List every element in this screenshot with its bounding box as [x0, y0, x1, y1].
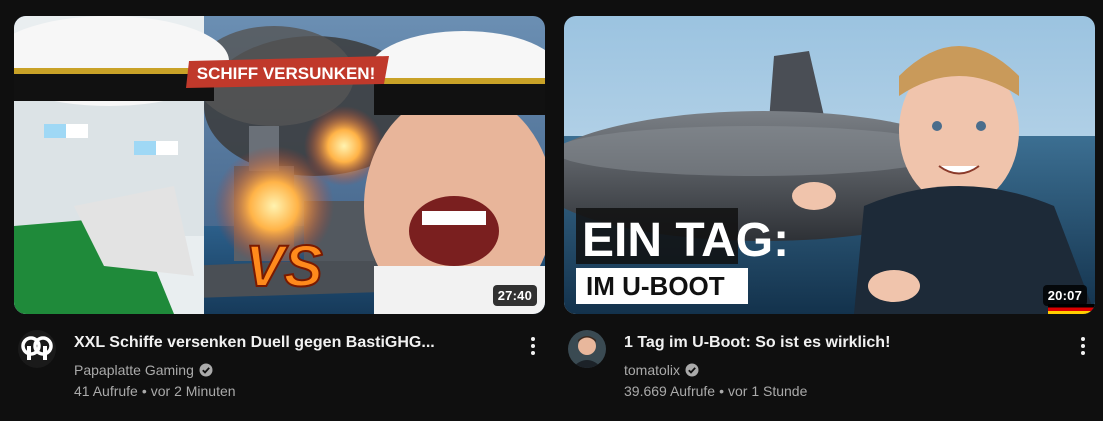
video-card: EIN TAG: IM U-BOOT 20:07 1 Tag im U-Boot…	[564, 16, 1095, 421]
video-title[interactable]: 1 Tag im U-Boot: So ist es wirklich!	[624, 332, 1054, 354]
duration-badge: 27:40	[492, 285, 537, 306]
video-menu-button[interactable]	[1071, 332, 1095, 360]
thumbnail-vs-text: VS	[245, 234, 323, 299]
tomatolix-avatar-icon	[568, 330, 606, 368]
channel-name[interactable]: Papaplatte Gaming	[74, 360, 194, 380]
channel-name-row[interactable]: Papaplatte Gaming	[74, 360, 504, 380]
video-grid: SCHIFF VERSUNKEN! VS 27:40 XXL Schiffe v…	[14, 16, 1095, 421]
channel-name-row[interactable]: tomatolix	[624, 360, 1054, 380]
video-thumbnail[interactable]: SCHIFF VERSUNKEN! VS 27:40	[14, 16, 545, 314]
thumbnail-title-line1: EIN TAG:	[582, 214, 789, 267]
video-meta: 1 Tag im U-Boot: So ist es wirklich! tom…	[624, 330, 1054, 401]
channel-avatar[interactable]	[568, 330, 606, 368]
dot-separator: •	[141, 383, 147, 399]
dot-separator: •	[719, 383, 724, 399]
view-count: 41 Aufrufe	[74, 383, 138, 399]
video-stats: 39.669 Aufrufe • vor 1 Stunde	[624, 381, 1054, 401]
duration-badge: 20:07	[1042, 285, 1087, 306]
more-vert-icon	[1081, 337, 1085, 355]
video-menu-button[interactable]	[521, 332, 545, 360]
verified-check-icon	[685, 363, 699, 377]
verified-check-icon	[199, 363, 213, 377]
thumbnail-banner-text: SCHIFF VERSUNKEN!	[197, 64, 376, 83]
channel-avatar[interactable]	[18, 330, 56, 368]
thumbnail-image: SCHIFF VERSUNKEN! VS	[14, 16, 545, 314]
view-count: 39.669 Aufrufe	[624, 383, 716, 399]
video-thumbnail[interactable]: EIN TAG: IM U-BOOT 20:07	[564, 16, 1095, 314]
video-meta: XXL Schiffe versenken Duell gegen BastiG…	[74, 330, 504, 401]
channel-name[interactable]: tomatolix	[624, 360, 680, 380]
papaplatte-logo-icon	[18, 330, 56, 368]
video-card: SCHIFF VERSUNKEN! VS 27:40 XXL Schiffe v…	[14, 16, 545, 421]
more-vert-icon	[531, 337, 535, 355]
upload-age: vor 2 Minuten	[150, 383, 236, 399]
thumbnail-title-line2: IM U-BOOT	[586, 271, 725, 301]
video-stats: 41 Aufrufe • vor 2 Minuten	[74, 381, 504, 401]
video-title[interactable]: XXL Schiffe versenken Duell gegen BastiG…	[74, 332, 504, 354]
upload-age: vor 1 Stunde	[727, 383, 808, 399]
thumbnail-image: EIN TAG: IM U-BOOT	[564, 16, 1095, 314]
